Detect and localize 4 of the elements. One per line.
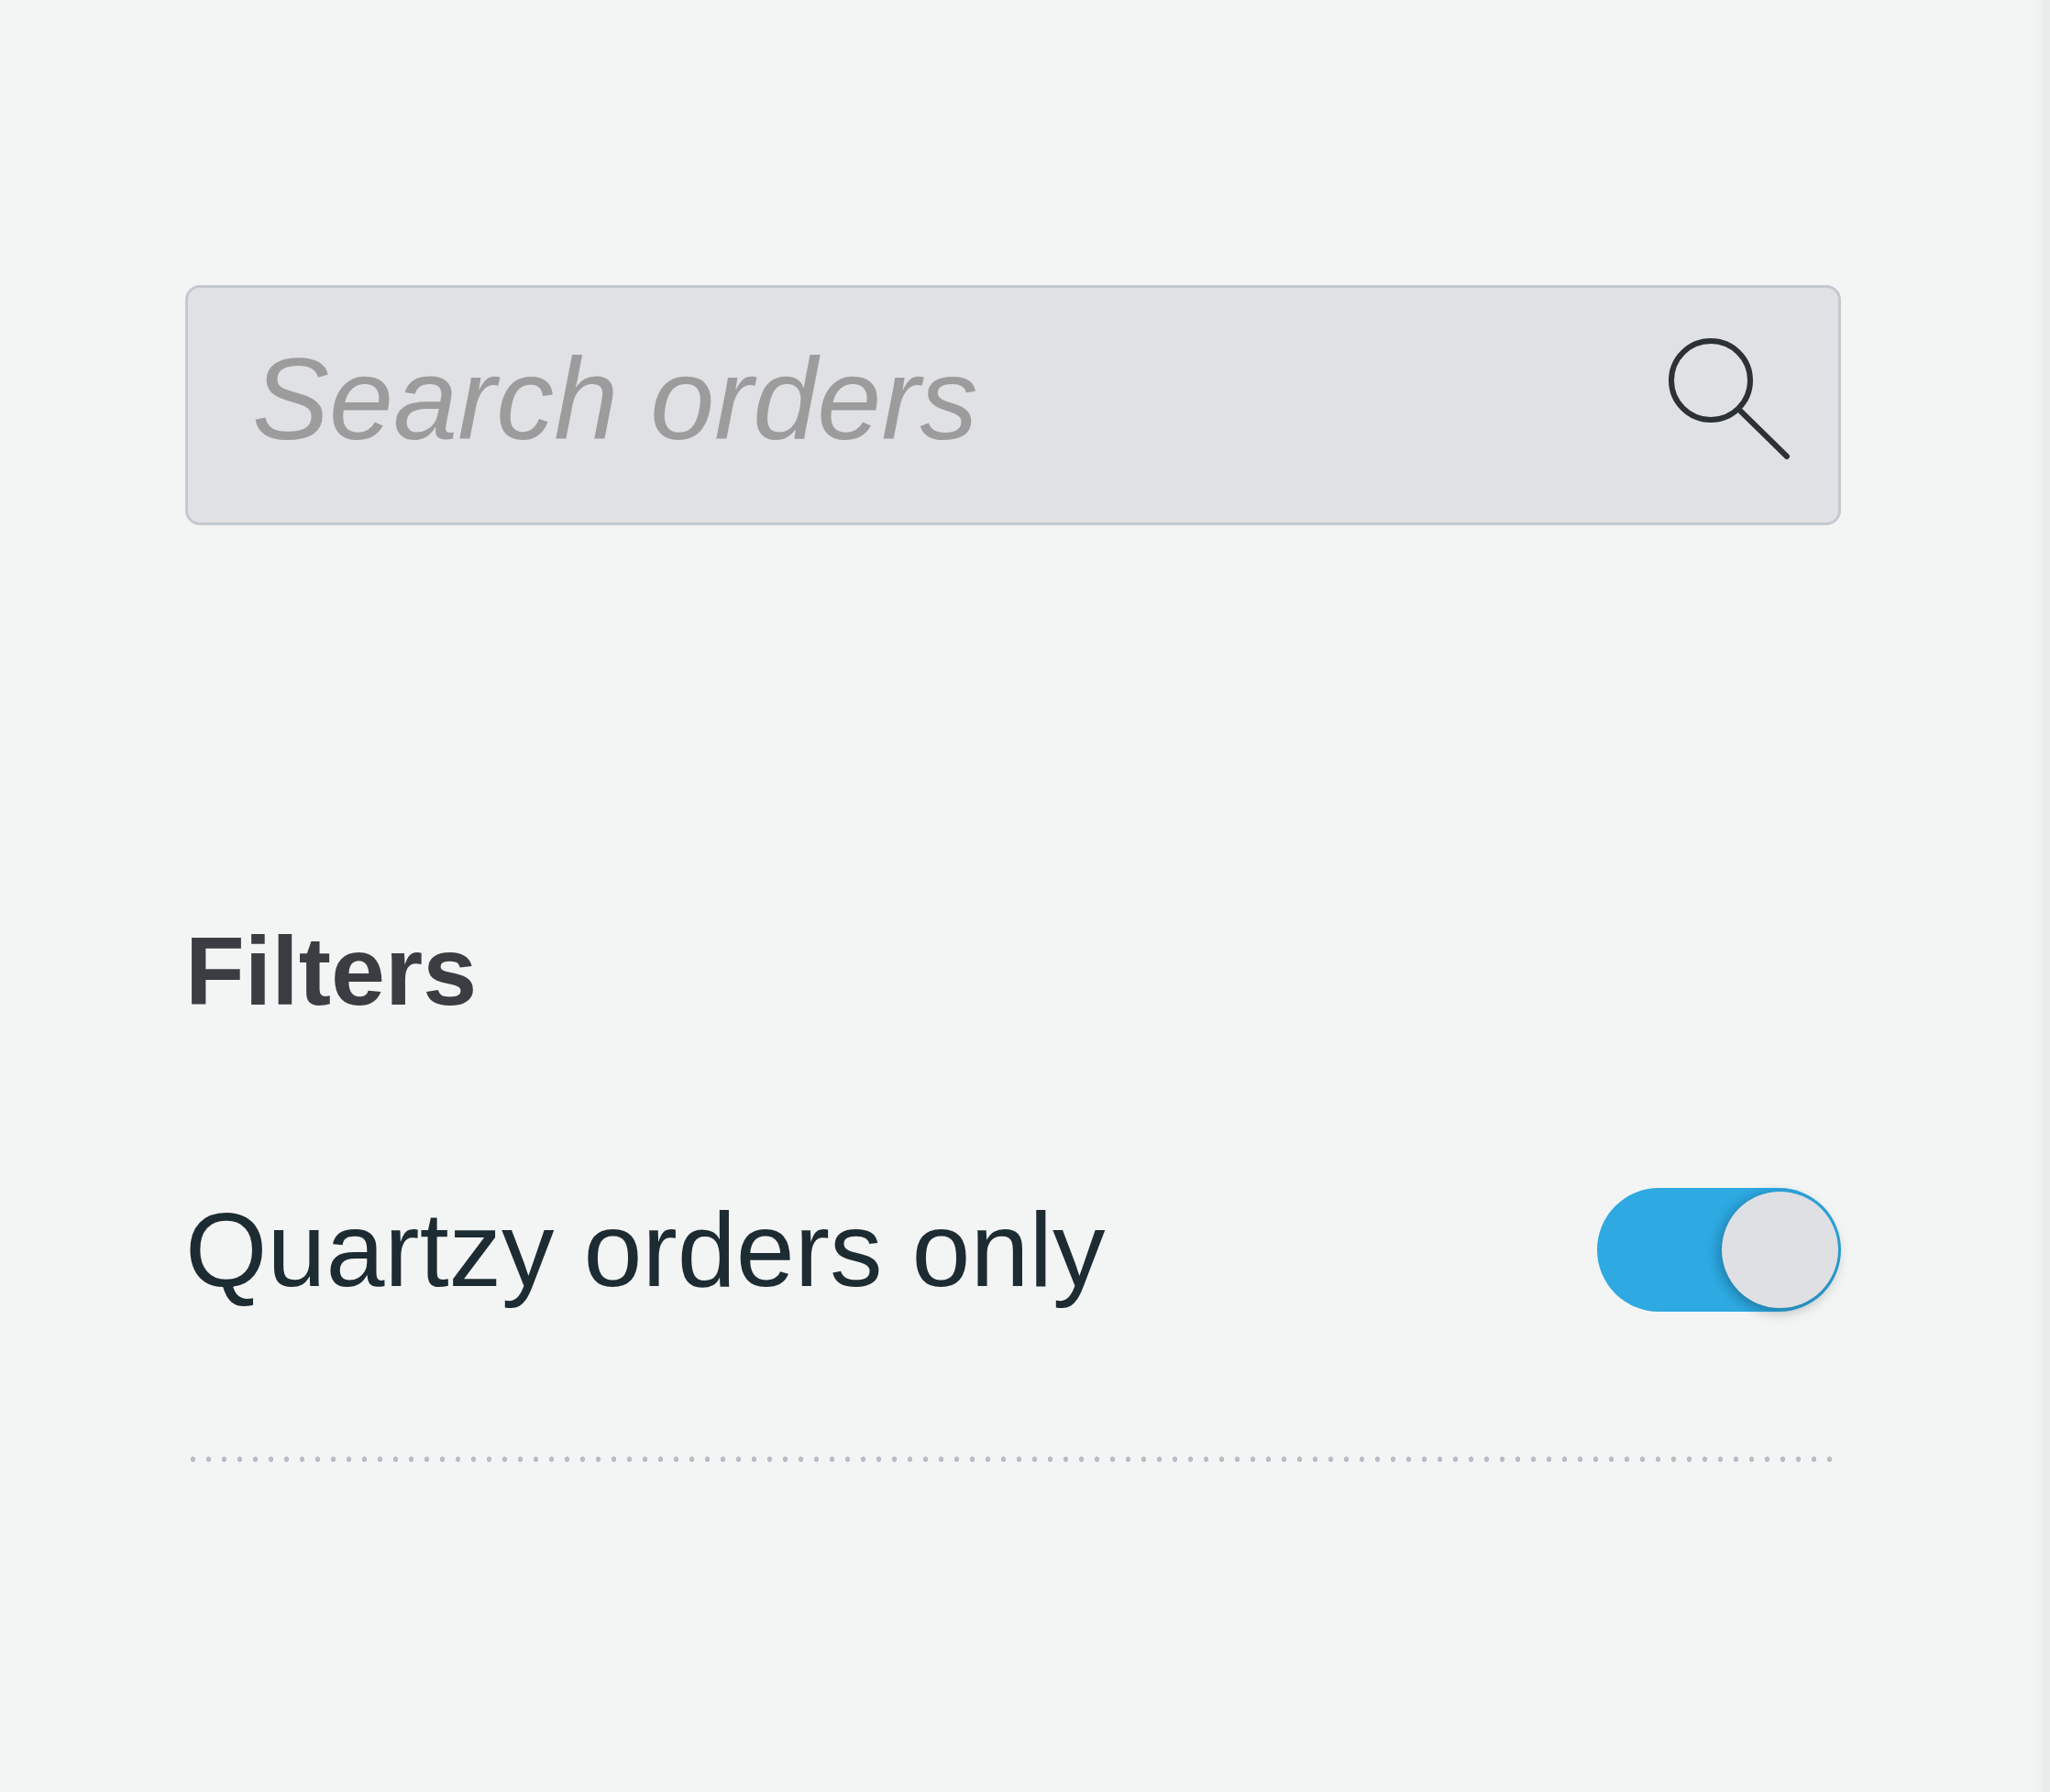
filters-heading: Filters [185, 916, 478, 1027]
search-field[interactable]: Search orders [185, 285, 1841, 525]
toggle-label: Quartzy orders only [185, 1190, 1106, 1311]
search-icon [1668, 337, 1791, 460]
